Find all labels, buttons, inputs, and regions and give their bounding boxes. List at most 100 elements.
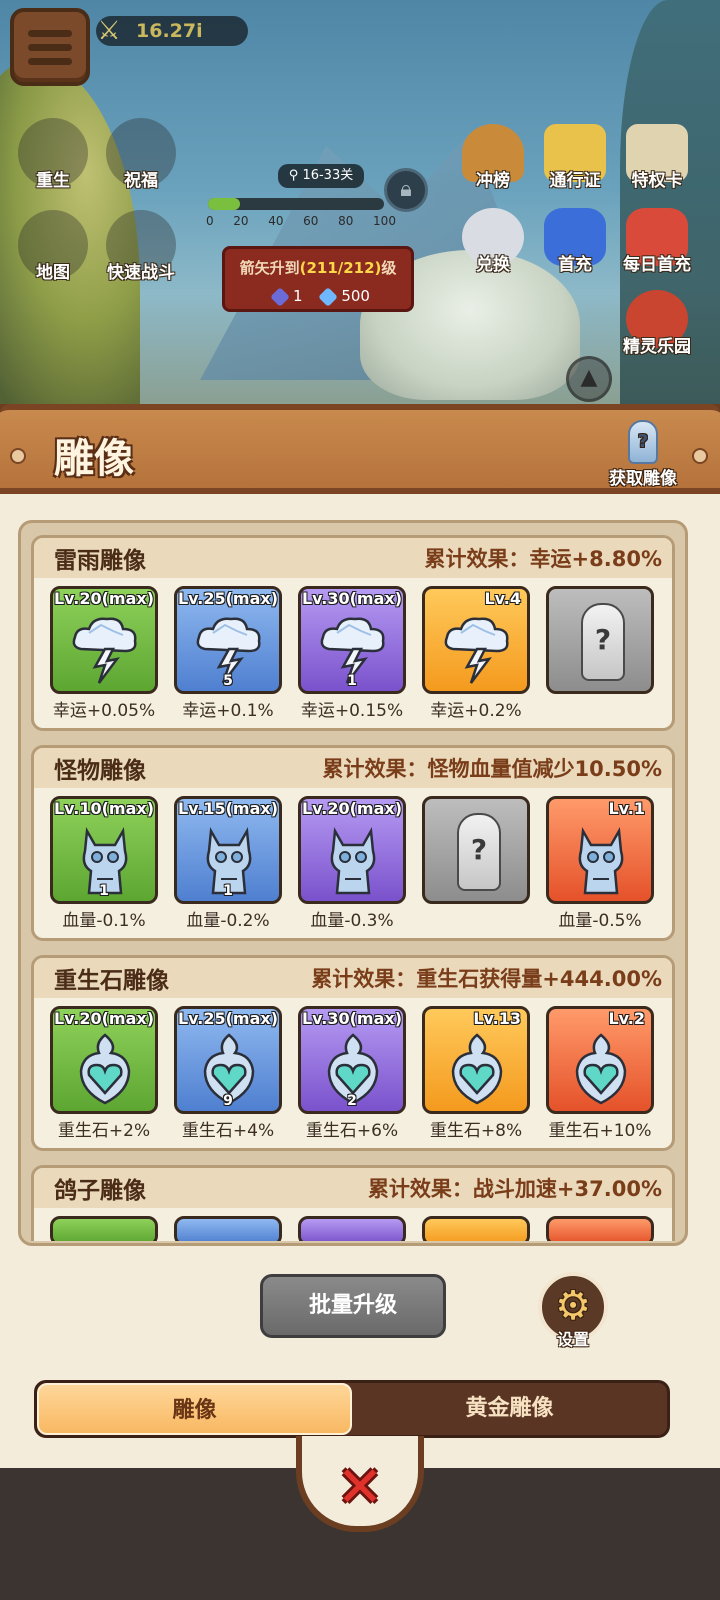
batch-upgrade-button[interactable]: 批量升级 (260, 1274, 446, 1338)
statue-tile[interactable]: ? (422, 796, 530, 904)
ranking-label: 冲榜 (476, 171, 510, 191)
spirit-park-button[interactable]: 精灵乐园 (612, 290, 702, 357)
statue-card[interactable]: Lv.25(max) 5 幸运+0.1% (174, 586, 282, 721)
statue-level: Lv.13 (473, 1009, 521, 1028)
statue-card[interactable]: Lv.30(max) 1 幸运+0.15% (298, 586, 406, 721)
statue-bonus: 重生石+4% (181, 1121, 275, 1141)
tab-golden-statue[interactable]: 黄金雕像 (352, 1383, 667, 1435)
stage-label: ⚲ 16-33关 (278, 164, 364, 188)
arrow-upgrade-box[interactable]: 箭矢升到(211/212)级 1 500 (222, 246, 414, 312)
settings-button[interactable]: ⚙ 设置 (536, 1272, 610, 1350)
obtain-statue-button[interactable]: ? 获取雕像 (598, 420, 688, 489)
statue-card[interactable]: Lv.15(max) 1 血量-0.2% (174, 796, 282, 931)
statue-section-name: 雷雨雕像 (54, 548, 146, 574)
upgrade-cost-b: 500 (341, 287, 370, 305)
statue-count: 1 (347, 673, 357, 689)
first-recharge-label: 首充 (558, 255, 592, 275)
statue-bonus (422, 906, 530, 926)
statue-bonus: 重生石+2% (57, 1121, 151, 1141)
statue-section-effect: 累计效果：重生石获得量+444.00% (311, 967, 662, 991)
statue-tile[interactable] (50, 1216, 158, 1241)
lock-icon[interactable]: 🔒︎ (384, 168, 428, 212)
stage-progress-fill (208, 198, 240, 210)
statue-tile[interactable] (546, 1216, 654, 1241)
cloud-lightning-statue-icon (439, 611, 515, 685)
map-label: 地图 (36, 263, 70, 283)
statue-card[interactable]: Lv.10(max) 1 血量-0.1% (50, 796, 158, 931)
statue-section-name: 重生石雕像 (54, 968, 169, 994)
tick-label: 80 (338, 214, 354, 228)
statue-level: Lv.4 (484, 589, 521, 608)
ranking-button[interactable]: 冲榜 (448, 124, 538, 191)
diamond-icon (318, 286, 339, 307)
locked-statue-icon: ? (457, 813, 501, 891)
nail-decoration (692, 448, 708, 464)
statue-tile[interactable]: Lv.25(max) 5 (174, 586, 282, 694)
close-icon[interactable]: ✕ (328, 1458, 392, 1522)
statue-tile[interactable]: Lv.15(max) 1 (174, 796, 282, 904)
battle-pass-button[interactable]: 通行证 (530, 124, 620, 191)
statue-level: Lv.20(max) (53, 1009, 155, 1028)
statue-section: 重生石雕像 累计效果：重生石获得量+444.00% Lv.20(max) 重生石+2%… (31, 955, 675, 1151)
expand-up-arrow-icon[interactable]: ▲ (566, 356, 612, 402)
statue-tile[interactable] (298, 1216, 406, 1241)
map-button[interactable]: 地图 (8, 210, 98, 283)
statue-count: 2 (347, 1093, 357, 1109)
upgrade-suffix: 级 (381, 259, 397, 277)
privilege-card-button[interactable]: 特权卡 (612, 124, 702, 191)
statue-tile[interactable] (174, 1216, 282, 1241)
statue-card[interactable]: Lv.2 重生石+10% (546, 1006, 654, 1141)
statue-card[interactable]: Lv.25(max) 9 重生石+4% (174, 1006, 282, 1141)
tick-label: 0 (206, 214, 214, 228)
statue-tile[interactable] (422, 1216, 530, 1241)
statue-tile[interactable]: Lv.20(max) (50, 1006, 158, 1114)
statue-tile[interactable]: ? (546, 586, 654, 694)
statue-list[interactable]: 雷雨雕像 累计效果：幸运+8.80% Lv.20(max) 幸运+0.05% Lv.25… (31, 535, 675, 1241)
statue-card[interactable]: Lv.20(max) 幸运+0.05% (50, 586, 158, 721)
blessing-label: 祝福 (124, 171, 158, 191)
statue-card[interactable]: Lv.20(max) 血量-0.3% (298, 796, 406, 931)
statue-card-row: Lv.10(max) 1 血量-0.1% Lv.15(max) 1 血量-0.2% Lv.2… (34, 788, 672, 931)
statue-tile[interactable]: Lv.30(max) 1 (298, 586, 406, 694)
daily-recharge-button[interactable]: 每日首充 (612, 208, 702, 275)
statue-card[interactable]: Lv.30(max) 2 重生石+6% (298, 1006, 406, 1141)
tab-statue[interactable]: 雕像 (37, 1383, 352, 1435)
statue-tile[interactable]: Lv.2 (546, 1006, 654, 1114)
statue-section-name: 怪物雕像 (54, 758, 146, 784)
statue-tile[interactable]: Lv.25(max) 9 (174, 1006, 282, 1114)
nail-decoration (10, 448, 26, 464)
redeem-button[interactable]: 兑换 (448, 208, 538, 275)
statue-card[interactable]: Lv.20(max) 重生石+2% (50, 1006, 158, 1141)
statue-bonus: 重生石+10% (548, 1121, 652, 1141)
statue-section: 鸽子雕像 累计效果：战斗加速+37.00% (31, 1165, 675, 1241)
battle-pass-label: 通行证 (549, 171, 601, 191)
statue-tile[interactable]: Lv.20(max) (298, 796, 406, 904)
spirit-park-label: 精灵乐园 (623, 337, 691, 357)
first-recharge-button[interactable]: 首充 (530, 208, 620, 275)
quick-battle-button[interactable]: 快速战斗 (96, 210, 186, 283)
statue-count: 1 (99, 883, 109, 899)
statue-level: Lv.10(max) (53, 799, 155, 818)
upgrade-cost: 1 500 (269, 286, 370, 307)
statue-tile[interactable]: Lv.10(max) 1 (50, 796, 158, 904)
statue-tile[interactable]: Lv.4 (422, 586, 530, 694)
menu-icon-line (28, 29, 72, 37)
monster-statue-icon (563, 821, 639, 895)
main-menu-button[interactable] (10, 8, 90, 86)
statue-bonus: 血量-0.2% (186, 911, 270, 931)
statue-card[interactable]: ? (546, 586, 654, 721)
statue-tile[interactable]: Lv.30(max) 2 (298, 1006, 406, 1114)
rebirth-button[interactable]: 重生 (8, 118, 98, 191)
statue-card[interactable]: Lv.1 血量-0.5% (546, 796, 654, 931)
statue-tile[interactable]: Lv.13 (422, 1006, 530, 1114)
blessing-button[interactable]: 祝福 (96, 118, 186, 191)
tick-label: 100 (373, 214, 396, 228)
game-scene: ⚔ 16.27i 重生 祝福 地图 快速战斗 ⚲ 16-33关 0 20 40 … (0, 0, 720, 420)
statue-tile[interactable]: Lv.1 (546, 796, 654, 904)
statue-card[interactable]: Lv.13 重生石+8% (422, 1006, 530, 1141)
statue-tile[interactable]: Lv.20(max) (50, 586, 158, 694)
statue-bonus: 血量-0.1% (62, 911, 146, 931)
statue-card[interactable]: Lv.4 幸运+0.2% (422, 586, 530, 721)
tick-label: 60 (303, 214, 319, 228)
statue-card[interactable]: ? (422, 796, 530, 931)
